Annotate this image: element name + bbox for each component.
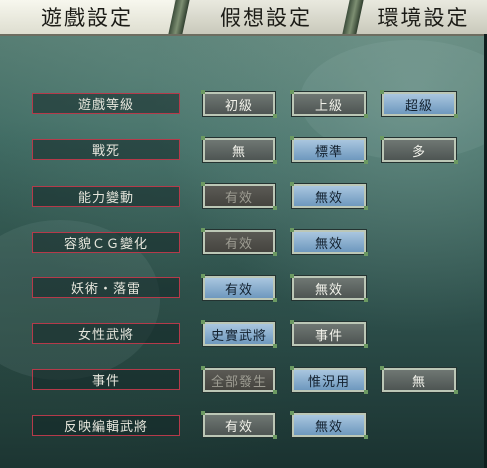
option-beginner-button[interactable]: 初級 (201, 90, 277, 118)
option-disabled-button[interactable]: 無效 (290, 411, 368, 439)
setting-label-events: 事件 (32, 369, 180, 390)
option-enabled-button[interactable]: 有效 (201, 411, 277, 439)
option-disabled-button[interactable]: 無效 (290, 228, 368, 256)
option-disabled-button[interactable]: 無效 (290, 274, 368, 302)
option-event-button[interactable]: 事件 (290, 320, 368, 348)
setting-label-sorcery-lightning: 妖術・落雷 (32, 277, 180, 298)
option-expert-button[interactable]: 超級 (380, 90, 458, 118)
tab-game-settings[interactable]: 遊戲設定 (0, 0, 174, 34)
option-many-button[interactable]: 多 (380, 136, 458, 164)
setting-label-female-generals: 女性武將 (32, 323, 180, 344)
setting-label-ability-change: 能力變動 (32, 186, 180, 207)
game-settings-screen: 遊戲設定 假想設定 環境設定 遊戲等級 初級 上級 超級 戰死 無 標準 多 能… (0, 0, 487, 468)
option-historical-generals-button[interactable]: 史實武將 (201, 320, 277, 348)
setting-label-portrait-cg: 容貌ＣＧ變化 (32, 232, 180, 253)
option-enabled-button[interactable]: 有效 (201, 182, 277, 210)
option-disabled-button[interactable]: 無效 (290, 182, 368, 210)
tab-environment-settings[interactable]: 環境設定 (360, 0, 487, 34)
option-enabled-button[interactable]: 有效 (201, 274, 277, 302)
option-conditional-button[interactable]: 惟況用 (290, 366, 368, 394)
option-enabled-button[interactable]: 有效 (201, 228, 277, 256)
tab-hypothetical-settings[interactable]: 假想設定 (186, 0, 346, 34)
option-all-occur-button[interactable]: 全部發生 (201, 366, 277, 394)
setting-label-difficulty: 遊戲等級 (32, 93, 180, 114)
option-standard-button[interactable]: 標準 (290, 136, 368, 164)
option-advanced-button[interactable]: 上級 (290, 90, 368, 118)
option-none-button[interactable]: 無 (201, 136, 277, 164)
setting-label-edited-generals: 反映編輯武將 (32, 415, 180, 436)
tab-bar: 遊戲設定 假想設定 環境設定 (0, 0, 487, 36)
setting-label-death: 戰死 (32, 139, 180, 160)
option-none-button[interactable]: 無 (380, 366, 458, 394)
